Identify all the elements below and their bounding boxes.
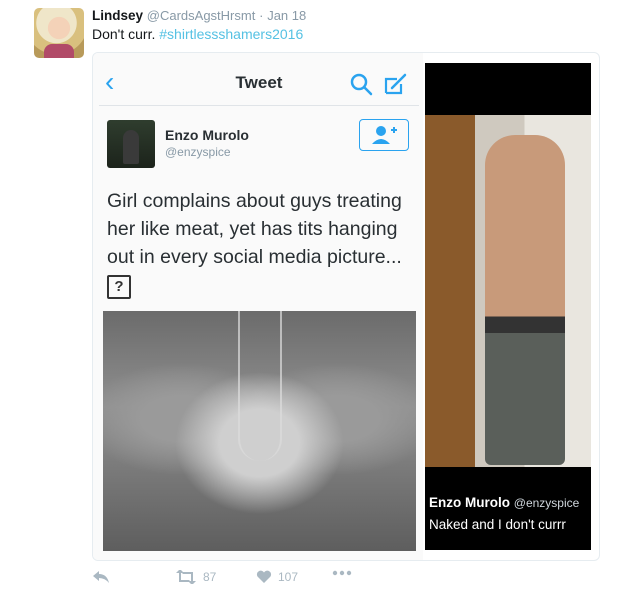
tweet-media[interactable]: ‹ Tweet Enzo Murolo @enzyspice Girl comp… [92,52,600,561]
right-user-name: Enzo Murolo [429,495,510,510]
right-user-line: Enzo Murolo @enzyspice [429,495,579,510]
shirtless-photo-left [103,311,416,551]
retweet-icon [176,570,196,584]
right-user-handle: @enzyspice [513,496,580,510]
follow-user-icon [359,119,409,151]
missing-image-icon: ? [107,275,131,299]
author-name[interactable]: Lindsey [92,8,143,23]
embedded-nav-bar: ‹ Tweet [99,63,419,106]
separator: · [259,8,264,23]
tweet-text: Don't curr. #shirtlessshamers2016 [92,26,303,42]
compose-icon [384,73,407,95]
media-screenshot-left[interactable]: ‹ Tweet Enzo Murolo @enzyspice Girl comp… [93,53,423,560]
more-button[interactable] [332,570,352,576]
author-handle[interactable]: @CardsAgstHrsmt [147,8,256,23]
tweet-text-body: Don't curr. [92,26,156,42]
author-avatar[interactable] [34,8,84,58]
right-caption: Naked and I don't currr [429,517,566,532]
like-button[interactable]: 107 [256,570,298,584]
embedded-user-handle: @enzyspice [165,145,231,159]
reply-button[interactable] [92,570,110,584]
embedded-tweet-body: Girl complains about guys treating her l… [107,190,402,268]
retweet-count: 87 [203,570,217,584]
search-icon [350,73,373,96]
reply-icon [93,571,109,583]
more-icon [332,570,352,576]
embedded-user-name: Enzo Murolo [165,127,249,143]
media-screenshot-right[interactable]: Enzo Murolo @enzyspice Naked and I don't… [425,63,591,550]
mirror-selfie-photo [425,115,591,467]
like-count: 107 [278,570,299,584]
hashtag-link[interactable]: #shirtlessshamers2016 [159,26,303,42]
tweet-date[interactable]: Jan 18 [267,8,306,23]
embedded-user-avatar [107,120,155,168]
tweet-header: Lindsey @CardsAgstHrsmt · Jan 18 [92,8,306,23]
tweet-actions: 87 107 [92,570,392,590]
heart-icon [256,570,272,583]
retweet-button[interactable]: 87 [175,570,216,584]
